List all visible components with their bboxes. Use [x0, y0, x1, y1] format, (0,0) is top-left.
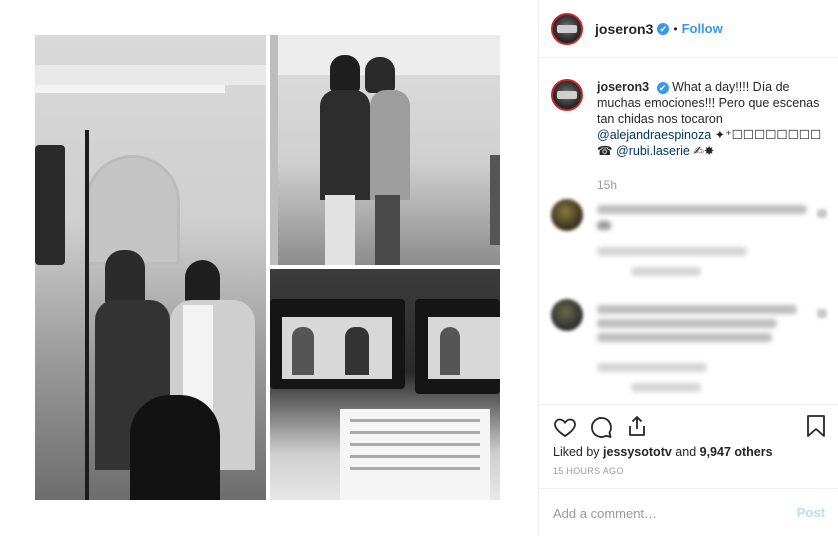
- likes-prefix: Liked by: [553, 445, 604, 459]
- instagram-post-view: joseron3 ✔ • Follow joseron3 ✔ What a da…: [0, 0, 838, 536]
- caption-emoji: ☎: [597, 144, 617, 158]
- caption-emoji: ✦⁺☐☐☐☐☐☐☐☐: [711, 128, 822, 142]
- mention-link[interactable]: @alejandraespinoza: [597, 128, 711, 142]
- caption: joseron3 ✔ What a day!!!! Día de muchas …: [551, 79, 827, 159]
- post-photo[interactable]: [35, 35, 500, 500]
- comment-input[interactable]: [553, 503, 783, 523]
- likes-count-link[interactable]: 9,947 others: [700, 445, 773, 459]
- heart-icon[interactable]: [553, 415, 577, 439]
- separator-dot: •: [673, 21, 678, 36]
- username[interactable]: joseron3: [595, 21, 653, 37]
- likes-user-link[interactable]: jessysototv: [603, 445, 672, 459]
- bookmark-icon[interactable]: [805, 414, 827, 438]
- mention-link[interactable]: @rubi.laserie: [616, 144, 690, 158]
- photo-panel-top-right: [270, 35, 500, 265]
- caption-username[interactable]: joseron3: [597, 80, 649, 94]
- follow-button[interactable]: Follow: [682, 21, 723, 36]
- add-comment-bar: Post: [539, 488, 838, 536]
- likes-and: and: [671, 445, 700, 459]
- post-actions: Liked by jessysototv and 9,947 others 15…: [539, 404, 838, 488]
- photo-panel-left: [35, 35, 266, 500]
- avatar[interactable]: [551, 79, 583, 111]
- post-header: joseron3 ✔ • Follow: [539, 0, 838, 58]
- verified-icon: ✔: [656, 81, 669, 94]
- avatar[interactable]: [551, 12, 583, 45]
- list-item: [551, 199, 827, 289]
- photo-area: [0, 0, 538, 536]
- avatar: [551, 199, 583, 231]
- avatar: [551, 299, 583, 331]
- caption-timestamp: 15h: [597, 178, 618, 192]
- photo-panel-bottom-right: [270, 269, 500, 500]
- post-sidebar: joseron3 ✔ • Follow joseron3 ✔ What a da…: [538, 0, 838, 536]
- list-item: [551, 299, 827, 399]
- comments-section: joseron3 ✔ What a day!!!! Día de muchas …: [539, 59, 838, 404]
- likes-summary: Liked by jessysototv and 9,947 others: [553, 445, 773, 459]
- caption-text: joseron3 ✔ What a day!!!! Día de muchas …: [597, 79, 827, 159]
- comment-icon[interactable]: [589, 415, 613, 439]
- caption-emoji: ✍✸: [689, 144, 715, 158]
- share-icon[interactable]: [625, 414, 649, 438]
- post-timestamp: 15 HOURS AGO: [553, 466, 624, 476]
- post-button[interactable]: Post: [797, 505, 825, 520]
- verified-icon: ✔: [657, 22, 670, 35]
